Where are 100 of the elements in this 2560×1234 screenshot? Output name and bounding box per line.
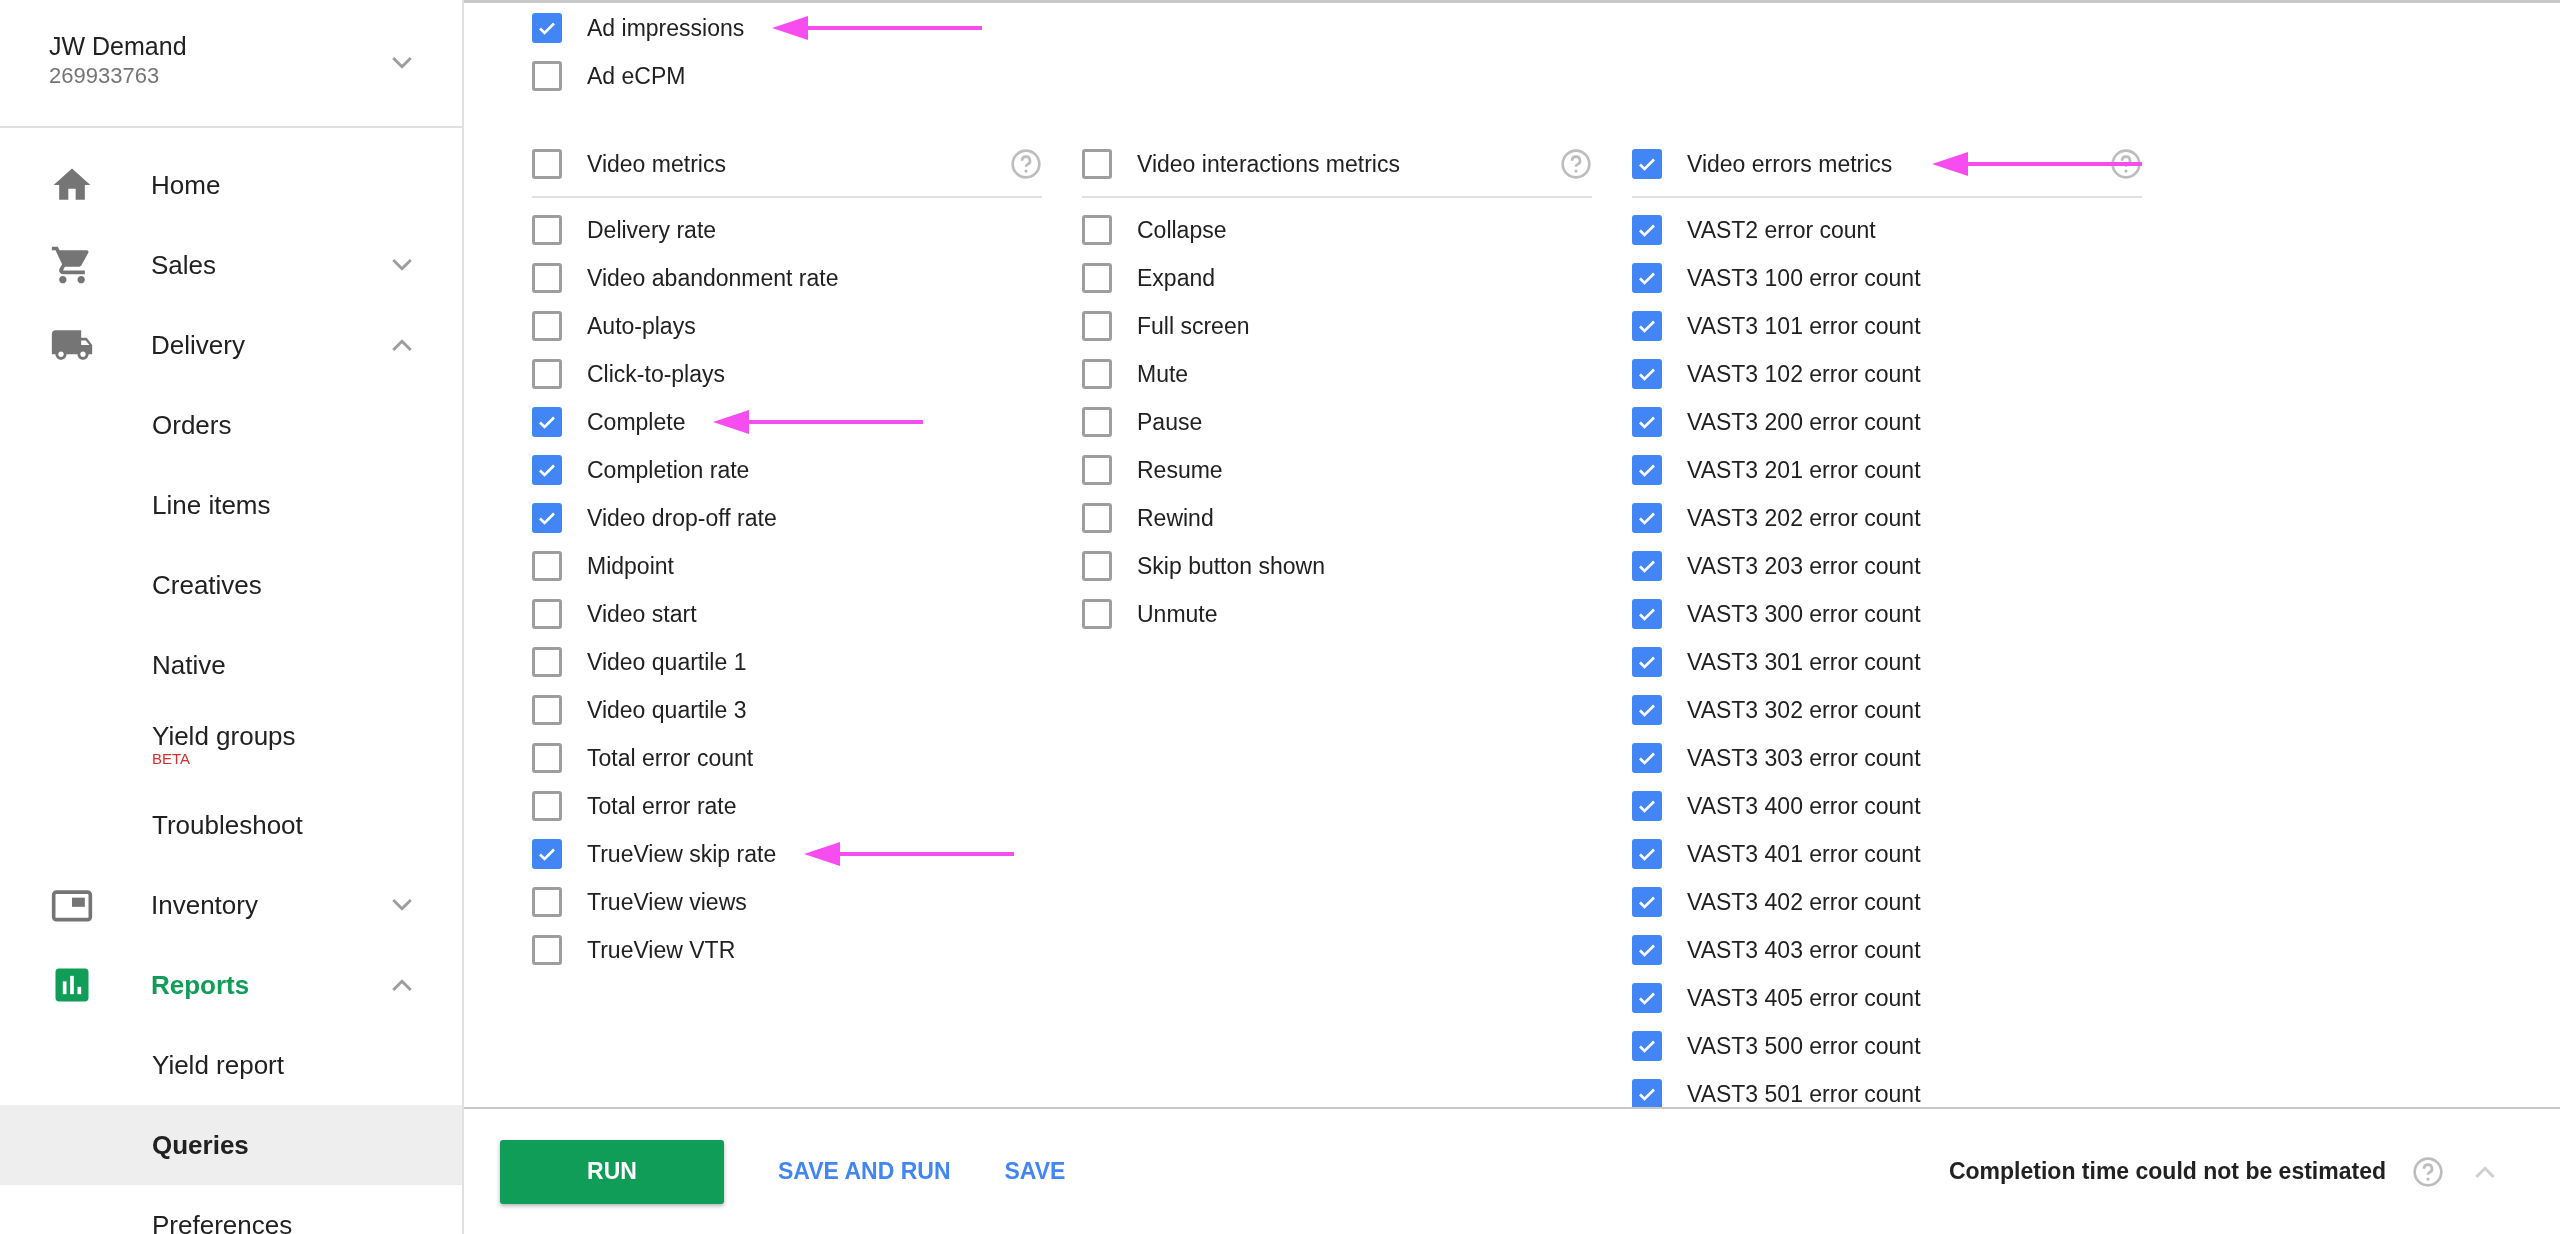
- checkbox[interactable]: [1632, 551, 1662, 581]
- checkbox-label: VAST3 500 error count: [1687, 1032, 1921, 1060]
- account-id: 269933763: [49, 62, 161, 89]
- checkbox-label: Auto-plays: [587, 312, 696, 340]
- checkbox[interactable]: [532, 311, 562, 341]
- checkbox[interactable]: [1632, 983, 1662, 1013]
- checkbox[interactable]: [532, 839, 562, 869]
- text-button[interactable]: SAVE: [984, 1146, 1086, 1197]
- checkbox[interactable]: [1082, 503, 1112, 533]
- run-button[interactable]: RUN: [500, 1139, 724, 1204]
- checkbox-label: TrueView skip rate: [587, 840, 777, 868]
- checkbox-label: Ad eCPM: [587, 62, 686, 90]
- checkbox[interactable]: [532, 407, 562, 437]
- checkbox[interactable]: [532, 263, 562, 293]
- checkbox-label: TrueView VTR: [587, 936, 736, 964]
- checkbox-label: VAST3 102 error count: [1687, 360, 1921, 388]
- nav-subitem[interactable]: Line items: [0, 465, 462, 545]
- nav-item[interactable]: Reports: [0, 945, 462, 1025]
- checkbox-label: VAST3 402 error count: [1687, 888, 1921, 916]
- checkbox[interactable]: [532, 647, 562, 677]
- checkbox[interactable]: [1632, 1079, 1662, 1107]
- checkbox-label: Resume: [1137, 456, 1223, 484]
- checkbox[interactable]: [1082, 311, 1112, 341]
- checkbox[interactable]: [532, 743, 562, 773]
- nav-item[interactable]: Home: [0, 145, 462, 225]
- nav-subitem[interactable]: Creatives: [0, 545, 462, 625]
- checkbox[interactable]: [532, 149, 562, 179]
- checkbox[interactable]: [1082, 407, 1112, 437]
- nav-subitem[interactable]: Yield report: [0, 1025, 462, 1105]
- nav-item[interactable]: Sales: [0, 225, 462, 305]
- nav-item[interactable]: Delivery: [0, 305, 462, 385]
- help-icon[interactable]: [2412, 1155, 2444, 1188]
- checkbox-label: VAST3 201 error count: [1687, 456, 1921, 484]
- checkbox[interactable]: [532, 455, 562, 485]
- checkbox-label: Video drop-off rate: [587, 504, 777, 532]
- checkbox[interactable]: [1082, 149, 1112, 179]
- checkbox-label: VAST3 202 error count: [1687, 504, 1921, 532]
- checkbox[interactable]: [1082, 263, 1112, 293]
- help-icon[interactable]: [2110, 148, 2142, 180]
- checkbox[interactable]: [532, 551, 562, 581]
- checkbox[interactable]: [532, 599, 562, 629]
- checkbox[interactable]: [1632, 839, 1662, 869]
- checkbox[interactable]: [532, 935, 562, 965]
- checkbox[interactable]: [1082, 359, 1112, 389]
- checkbox[interactable]: [532, 61, 562, 91]
- checkbox-label: VAST3 401 error count: [1687, 840, 1921, 868]
- checkbox[interactable]: [1632, 359, 1662, 389]
- checkbox-label: Ad impressions: [587, 14, 745, 42]
- checkbox[interactable]: [532, 503, 562, 533]
- checkbox[interactable]: [1632, 647, 1662, 677]
- checkbox[interactable]: [1632, 215, 1662, 245]
- checkbox-label: Completion rate: [587, 456, 750, 484]
- nav-subitem[interactable]: Native: [0, 625, 462, 705]
- text-button[interactable]: SAVE AND RUN: [758, 1146, 971, 1197]
- checkbox[interactable]: [532, 215, 562, 245]
- nav-subitem[interactable]: Troubleshoot: [0, 785, 462, 865]
- checkbox[interactable]: [532, 359, 562, 389]
- checkbox[interactable]: [1632, 263, 1662, 293]
- nav-subitem[interactable]: Queries: [0, 1105, 462, 1185]
- checkbox-label: VAST3 301 error count: [1687, 648, 1921, 676]
- checkbox-label: Total error count: [587, 744, 754, 772]
- checkbox-label: Midpoint: [587, 552, 674, 580]
- checkbox-label: Mute: [1137, 360, 1189, 388]
- checkbox[interactable]: [1082, 551, 1112, 581]
- checkbox[interactable]: [1632, 599, 1662, 629]
- checkbox[interactable]: [1632, 407, 1662, 437]
- checkbox[interactable]: [1082, 599, 1112, 629]
- checkbox-label: Full screen: [1137, 312, 1250, 340]
- checkbox-label: VAST3 303 error count: [1687, 744, 1921, 772]
- nav-subitem[interactable]: Preferences: [0, 1185, 462, 1234]
- checkbox[interactable]: [1632, 695, 1662, 725]
- checkbox-label: VAST3 101 error count: [1687, 312, 1921, 340]
- status-text: Completion time could not be estimated: [1948, 1158, 2386, 1185]
- checkbox-label: Video start: [587, 600, 697, 628]
- checkbox[interactable]: [1632, 311, 1662, 341]
- checkbox[interactable]: [1082, 455, 1112, 485]
- checkbox[interactable]: [1632, 1031, 1662, 1061]
- checkbox-label: Click-to-plays: [587, 360, 726, 388]
- checkbox[interactable]: [1632, 503, 1662, 533]
- checkbox[interactable]: [1632, 887, 1662, 917]
- help-icon[interactable]: [1010, 148, 1042, 180]
- checkbox[interactable]: [532, 13, 562, 43]
- checkbox[interactable]: [1632, 455, 1662, 485]
- checkbox-label: VAST3 403 error count: [1687, 936, 1921, 964]
- checkbox[interactable]: [1632, 743, 1662, 773]
- checkbox[interactable]: [1632, 935, 1662, 965]
- checkbox[interactable]: [1632, 791, 1662, 821]
- checkbox[interactable]: [1632, 149, 1662, 179]
- nav-subitem[interactable]: Yield groups BETA: [0, 705, 462, 785]
- group-label: Video interactions metrics: [1137, 150, 1400, 178]
- nav-subitem[interactable]: Orders: [0, 385, 462, 465]
- checkbox[interactable]: [1082, 215, 1112, 245]
- checkbox[interactable]: [532, 791, 562, 821]
- help-icon[interactable]: [1560, 148, 1592, 180]
- checkbox[interactable]: [532, 887, 562, 917]
- nav-item[interactable]: Inventory: [0, 865, 462, 945]
- checkbox-label: Skip button shown: [1137, 552, 1325, 580]
- checkbox-label: Rewind: [1137, 504, 1214, 532]
- checkbox[interactable]: [532, 695, 562, 725]
- nav-subitem-label: Yield groups: [152, 722, 296, 752]
